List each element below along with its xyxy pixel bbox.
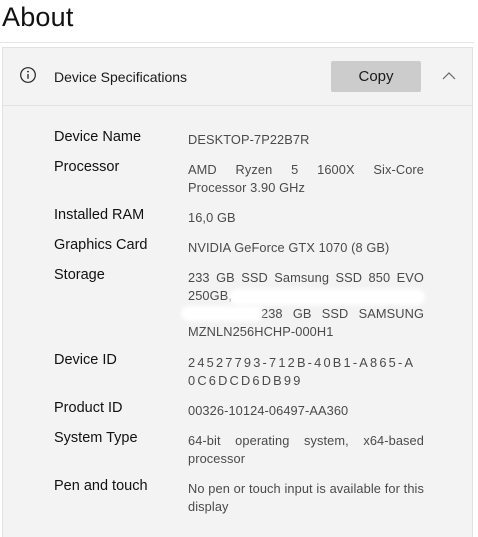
header-divider bbox=[0, 42, 474, 43]
chevron-up-icon[interactable] bbox=[441, 68, 457, 84]
card-title: Device Specifications bbox=[54, 69, 188, 85]
spec-value[interactable]: 24527793-712B-40B1-A865-A0C6DCD6DB99 bbox=[188, 354, 424, 390]
spec-value[interactable]: 00326-10124-06497-AA360 bbox=[188, 402, 424, 420]
spec-label: Installed RAM bbox=[54, 207, 145, 223]
copy-button[interactable]: Copy bbox=[331, 61, 421, 92]
spec-value[interactable]: 64-bit operating system, x64-based proce… bbox=[188, 432, 424, 468]
spec-value[interactable]: NVIDIA GeForce GTX 1070 (8 GB) bbox=[188, 239, 424, 257]
spec-label: Graphics Card bbox=[54, 237, 148, 253]
spec-value[interactable]: AMD Ryzen 5 1600X Six-Core Processor 3.9… bbox=[188, 161, 424, 197]
device-specifications-card: Device Specifications Copy Device Name D… bbox=[2, 47, 473, 537]
spec-label: Processor bbox=[54, 159, 120, 175]
spec-value[interactable]: DESKTOP-7P22B7R bbox=[188, 131, 424, 149]
page-title: About bbox=[2, 2, 74, 32]
redaction-mark bbox=[229, 289, 425, 305]
spec-label: Device Name bbox=[54, 129, 142, 145]
spec-value[interactable]: 16,0 GB bbox=[188, 209, 424, 227]
card-header[interactable]: Device Specifications Copy bbox=[3, 48, 472, 106]
spec-value[interactable]: No pen or touch input is available for t… bbox=[188, 480, 424, 516]
spec-label: System Type bbox=[54, 430, 138, 446]
spec-label: Storage bbox=[54, 267, 105, 283]
info-icon bbox=[20, 67, 36, 83]
redaction-mark bbox=[181, 306, 263, 321]
spec-label: Device ID bbox=[54, 352, 117, 368]
spec-label: Pen and touch bbox=[54, 478, 148, 494]
spec-label: Product ID bbox=[54, 400, 123, 416]
